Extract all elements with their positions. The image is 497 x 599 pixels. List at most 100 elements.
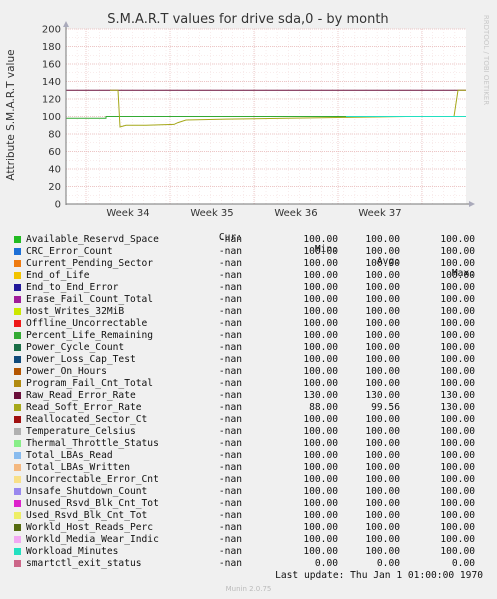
- legend-cur: -nan: [218, 414, 242, 425]
- legend-cur: -nan: [218, 510, 242, 521]
- legend-min: 0.00: [314, 558, 338, 569]
- legend-swatch: [14, 440, 21, 447]
- legend-swatch: [14, 428, 21, 435]
- legend-swatch: [14, 260, 21, 267]
- legend-row: Thermal_Throttle_Status -nan 100.00 100.00 1…: [0, 438, 497, 450]
- x-tick-label: Week 37: [358, 208, 401, 219]
- legend-min: 100.00: [303, 342, 338, 353]
- legend-swatch: [14, 476, 21, 483]
- legend-max: 100.00: [440, 522, 475, 533]
- legend-name: Total_LBAs_Written: [26, 462, 130, 473]
- legend-swatch: [14, 356, 21, 363]
- legend-min: 100.00: [303, 270, 338, 281]
- y-tick-label: 160: [42, 60, 61, 71]
- legend-max: 100.00: [440, 246, 475, 257]
- legend-swatch: [14, 380, 21, 387]
- legend-cur: -nan: [218, 462, 242, 473]
- legend-avg: 100.00: [365, 330, 400, 341]
- legend-avg: 100.00: [365, 378, 400, 389]
- legend-cur: -nan: [218, 246, 242, 257]
- legend-max: 100.00: [440, 534, 475, 545]
- legend-avg: 100.00: [365, 438, 400, 449]
- legend-swatch: [14, 512, 21, 519]
- legend-max: 100.00: [440, 354, 475, 365]
- legend-swatch: [14, 236, 21, 243]
- legend-cur: -nan: [218, 402, 242, 413]
- legend-row: Temperature_Celsius -nan 100.00 100.00 100.0…: [0, 426, 497, 438]
- legend-row: Total_LBAs_Written -nan 100.00 100.00 100.00: [0, 462, 497, 474]
- legend-max: 100.00: [440, 342, 475, 353]
- legend-avg: 100.00: [365, 354, 400, 365]
- y-tick-label: 120: [42, 95, 61, 106]
- legend-name: Uncorrectable_Error_Cnt: [26, 474, 159, 485]
- legend-min: 100.00: [303, 522, 338, 533]
- legend-max: 100.00: [440, 546, 475, 557]
- y-tick-label: 40: [48, 165, 61, 176]
- legend-name: Offline_Uncorrectable: [26, 318, 148, 329]
- legend-name: Unsafe_Shutdown_Count: [26, 486, 148, 497]
- legend-row: Power_Loss_Cap_Test -nan 100.00 100.00 100.0…: [0, 354, 497, 366]
- legend-swatch: [14, 284, 21, 291]
- legend-avg: 100.00: [365, 294, 400, 305]
- legend-name: Power_Cycle_Count: [26, 342, 125, 353]
- y-tick-label: 80: [48, 130, 61, 141]
- legend-swatch: [14, 344, 21, 351]
- legend-row: Reallocated_Sector_Ct -nan 100.00 100.00 100…: [0, 414, 497, 426]
- y-tick-label: 200: [42, 25, 61, 36]
- legend-row: Program_Fail_Cnt_Total -nan 100.00 100.00 10…: [0, 378, 497, 390]
- legend-row: Offline_Uncorrectable -nan 100.00 100.00 100…: [0, 318, 497, 330]
- legend-cur: -nan: [218, 330, 242, 341]
- legend-swatch: [14, 464, 21, 471]
- legend-row: Unsafe_Shutdown_Count -nan 100.00 100.00 100…: [0, 486, 497, 498]
- legend-min: 100.00: [303, 294, 338, 305]
- legend-avg: 100.00: [365, 510, 400, 521]
- legend-swatch: [14, 416, 21, 423]
- legend-name: Thermal_Throttle_Status: [26, 438, 159, 449]
- legend-max: 100.00: [440, 306, 475, 317]
- x-axis-ticks: Week 34 Week 35 Week 36 Week 37: [106, 208, 401, 219]
- legend-avg: 100.00: [365, 342, 400, 353]
- legend-cur: -nan: [218, 522, 242, 533]
- legend-cur: -nan: [218, 270, 242, 281]
- legend-avg: 0.00: [376, 558, 400, 569]
- legend-row: Power_On_Hours -nan 100.00 100.00 100.00: [0, 366, 497, 378]
- legend-min: 100.00: [303, 474, 338, 485]
- legend-avg: 100.00: [365, 546, 400, 557]
- chart-title: S.M.A.R.T values for drive sda,0 - by mo…: [107, 12, 388, 27]
- legend-row: Used_Rsvd_Blk_Cnt_Tot -nan 100.00 100.00 100…: [0, 510, 497, 522]
- legend-min: 100.00: [303, 366, 338, 377]
- legend-cur: -nan: [218, 306, 242, 317]
- legend-avg: 100.00: [365, 270, 400, 281]
- legend-row: smartctl_exit_status -nan 0.00 0.00 0.00: [0, 558, 497, 570]
- legend-row: Erase_Fail_Count_Total -nan 100.00 100.00 10…: [0, 294, 497, 306]
- legend-row: Read_Soft_Error_Rate -nan 88.00 99.56 130.00: [0, 402, 497, 414]
- legend-max: 100.00: [440, 426, 475, 437]
- y-axis-ticks: 0 20 40 60 80 100 120 140 160 180 200: [42, 25, 61, 211]
- legend-name: Power_Loss_Cap_Test: [26, 354, 136, 365]
- y-tick-label: 0: [55, 200, 61, 211]
- legend-min: 100.00: [303, 450, 338, 461]
- x-axis-arrow: [469, 201, 475, 207]
- legend-row: Uncorrectable_Error_Cnt -nan 100.00 100.00 1…: [0, 474, 497, 486]
- legend-name: CRC_Error_Count: [26, 246, 113, 257]
- legend-avg: 100.00: [365, 426, 400, 437]
- legend-avg: 100.00: [365, 462, 400, 473]
- legend-max: 100.00: [440, 498, 475, 509]
- legend-row: Total_LBAs_Read -nan 100.00 100.00 100.00: [0, 450, 497, 462]
- legend-cur: -nan: [218, 390, 242, 401]
- legend-min: 100.00: [303, 498, 338, 509]
- legend-max: 100.00: [440, 318, 475, 329]
- legend-min: 100.00: [303, 534, 338, 545]
- legend-avg: 100.00: [365, 534, 400, 545]
- legend-min: 100.00: [303, 510, 338, 521]
- legend-avg: 100.00: [365, 498, 400, 509]
- legend-name: End_of_Life: [26, 270, 90, 281]
- legend-name: Power_On_Hours: [26, 366, 107, 377]
- y-tick-label: 100: [42, 112, 61, 123]
- legend-min: 100.00: [303, 438, 338, 449]
- legend-row: Workload_Minutes -nan 100.00 100.00 100.00: [0, 546, 497, 558]
- legend-swatch: [14, 272, 21, 279]
- legend-name: End_to_End_Error: [26, 282, 119, 293]
- legend-min: 100.00: [303, 462, 338, 473]
- legend-min: 100.00: [303, 282, 338, 293]
